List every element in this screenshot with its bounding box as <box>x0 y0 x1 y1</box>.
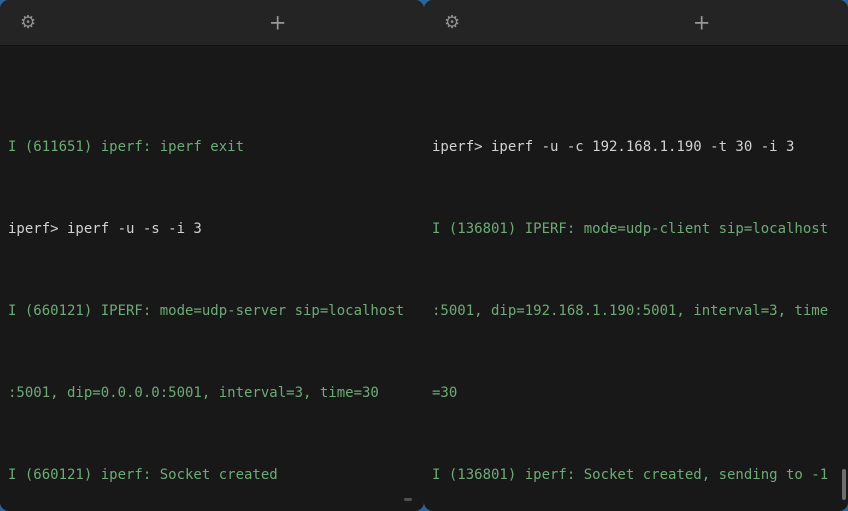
terminal-output-client[interactable]: iperf> iperf -u -c 192.168.1.190 -t 30 -… <box>424 46 848 511</box>
terminal-line: I (660121) IPERF: mode=udp-server sip=lo… <box>8 301 417 322</box>
terminal-window-server: ⚙ + I (611651) iperf: iperf exit iperf> … <box>0 0 424 511</box>
terminal-line: iperf> iperf -u -c 192.168.1.190 -t 30 -… <box>432 137 841 158</box>
terminal-line: iperf> iperf -u -s -i 3 <box>8 219 417 240</box>
terminal-line: I (136801) iperf: Socket created, sendin… <box>432 465 841 486</box>
terminal-line: I (136801) IPERF: mode=udp-client sip=lo… <box>432 219 841 240</box>
terminal-window-client: ⚙ + iperf> iperf -u -c 192.168.1.190 -t … <box>424 0 848 511</box>
terminal-line: =30 <box>432 383 841 404</box>
terminal-titlebar: ⚙ + <box>0 0 424 46</box>
vertical-scrollbar-thumb[interactable] <box>842 469 846 500</box>
terminal-line: I (660121) iperf: Socket created <box>8 465 417 486</box>
gear-icon[interactable]: ⚙ <box>444 14 460 32</box>
gear-icon[interactable]: ⚙ <box>20 14 36 32</box>
terminal-line: :5001, dip=192.168.1.190:5001, interval=… <box>432 301 841 322</box>
terminal-line: :5001, dip=0.0.0.0:5001, interval=3, tim… <box>8 383 417 404</box>
horizontal-scrollbar-thumb[interactable] <box>404 498 412 501</box>
terminal-line: I (611651) iperf: iperf exit <box>8 137 417 158</box>
desktop-background: ⚙ + I (611651) iperf: iperf exit iperf> … <box>0 0 848 511</box>
new-tab-icon[interactable]: + <box>693 12 711 33</box>
terminal-titlebar: ⚙ + <box>424 0 848 46</box>
terminal-output-server[interactable]: I (611651) iperf: iperf exit iperf> iper… <box>0 46 424 511</box>
new-tab-icon[interactable]: + <box>269 12 287 33</box>
